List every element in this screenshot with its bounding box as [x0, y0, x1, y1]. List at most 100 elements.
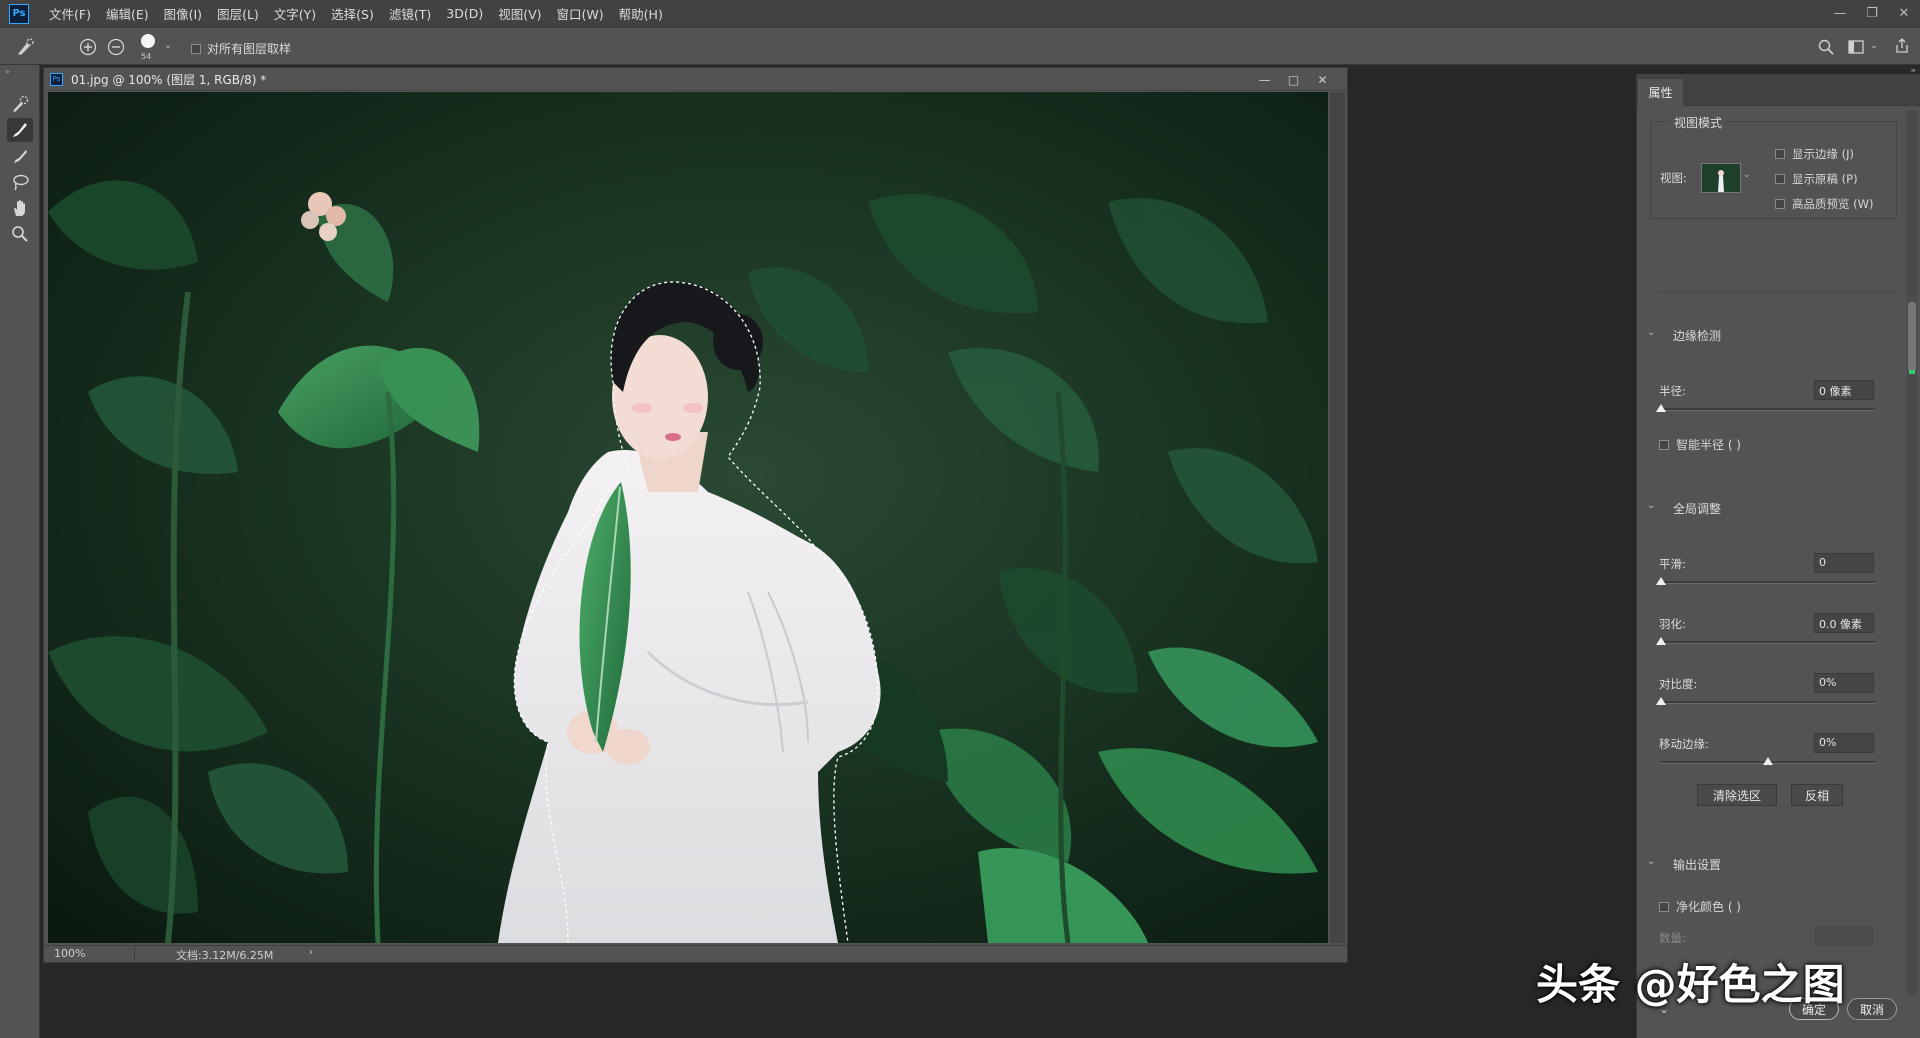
edge-detection-heading[interactable]: 边缘检测	[1673, 327, 1721, 344]
radius-slider[interactable]	[1661, 408, 1875, 411]
document-minimize-button[interactable]: —	[1250, 68, 1279, 91]
smart-radius-label: 智能半径 ( )	[1676, 438, 1741, 452]
zoom-level[interactable]: 100%	[54, 947, 85, 960]
restore-window-button[interactable]: ❐	[1856, 0, 1888, 27]
smooth-label: 平滑:	[1659, 557, 1686, 571]
decontaminate-checkbox[interactable]	[1659, 901, 1669, 912]
document-tab[interactable]: Ps 01.jpg @ 100% (图层 1, RGB/8) * — □ ✕	[44, 68, 1347, 91]
status-chevron-right-icon[interactable]: ›	[309, 947, 313, 958]
brush-size-preview-icon[interactable]	[139, 32, 157, 50]
options-bar: 54 ⌄ 对所有图层取样 ⌄	[0, 27, 1920, 65]
chevron-down-icon[interactable]: ⌄	[162, 40, 174, 52]
shift-edge-slider-thumb[interactable]	[1763, 757, 1773, 765]
menu-image[interactable]: 图像(I)	[164, 4, 202, 23]
smooth-input[interactable]: 0	[1814, 553, 1874, 573]
collapse-panel-icon[interactable]: »	[1910, 66, 1916, 76]
document-maximize-button[interactable]: □	[1279, 68, 1308, 91]
contrast-slider[interactable]	[1661, 701, 1875, 704]
output-settings-heading[interactable]: 输出设置	[1673, 856, 1721, 873]
hq-preview-option[interactable]: 高品质预览 (W)	[1775, 196, 1874, 212]
hand-tool[interactable]	[7, 196, 33, 220]
radius-input[interactable]: 0 像素	[1814, 380, 1874, 400]
menu-3d[interactable]: 3D(D)	[446, 6, 483, 21]
feather-slider[interactable]	[1661, 641, 1875, 644]
menu-layer[interactable]: 图层(L)	[217, 4, 259, 23]
minimize-window-button[interactable]: —	[1824, 0, 1856, 27]
show-edge-label: 显示边缘 (J)	[1792, 147, 1855, 161]
search-icon[interactable]	[1816, 37, 1836, 57]
edge-detection-chevron-icon[interactable]: ⌄	[1647, 327, 1655, 338]
feather-slider-thumb[interactable]	[1656, 637, 1666, 645]
document-close-button[interactable]: ✕	[1308, 68, 1337, 91]
minimize-icon: —	[1833, 6, 1847, 21]
contrast-input[interactable]: 0%	[1814, 673, 1874, 693]
close-window-button[interactable]: ✕	[1888, 0, 1920, 27]
image-canvas[interactable]	[48, 92, 1328, 943]
menu-type[interactable]: 文字(Y)	[274, 4, 316, 23]
tab-properties[interactable]: 属性	[1638, 79, 1683, 106]
workspace-chevron-icon[interactable]: ⌄	[1868, 40, 1880, 52]
global-adjust-chevron-icon[interactable]: ⌄	[1647, 500, 1655, 511]
cancel-button[interactable]: 取消	[1847, 998, 1897, 1020]
quick-selection-tool[interactable]	[7, 92, 33, 116]
show-original-option[interactable]: 显示原稿 (P)	[1775, 171, 1858, 187]
hq-preview-checkbox[interactable]	[1775, 199, 1785, 209]
lasso-icon	[13, 174, 29, 191]
amount-input	[1814, 926, 1874, 946]
quick-selection-tool-preset-icon[interactable]	[14, 36, 36, 58]
sample-all-layers-option[interactable]: 对所有图层取样	[191, 40, 291, 57]
smart-radius-checkbox[interactable]	[1659, 439, 1669, 450]
refine-edge-brush-tool[interactable]	[7, 118, 33, 142]
global-adjust-heading[interactable]: 全局调整	[1673, 500, 1721, 517]
zoom-tool[interactable]	[7, 222, 33, 246]
radius-slider-thumb[interactable]	[1656, 404, 1666, 412]
sample-all-layers-checkbox[interactable]	[191, 43, 201, 54]
output-settings-chevron-icon[interactable]: ⌄	[1647, 856, 1655, 867]
view-mode-thumbnail[interactable]	[1701, 163, 1741, 193]
lasso-tool[interactable]	[7, 170, 33, 194]
canvas-vertical-scrollbar[interactable]	[1330, 92, 1345, 943]
contrast-slider-thumb[interactable]	[1656, 697, 1666, 705]
decontaminate-option[interactable]: 净化颜色 ( )	[1659, 898, 1741, 915]
expand-toolbar-icon[interactable]: »	[5, 67, 10, 76]
show-edge-checkbox[interactable]	[1775, 149, 1785, 159]
menu-edit[interactable]: 编辑(E)	[106, 4, 149, 23]
panel-scrollbar-thumb[interactable]	[1908, 302, 1916, 372]
invert-button[interactable]: 反相	[1791, 784, 1843, 806]
show-edge-option[interactable]: 显示边缘 (J)	[1775, 146, 1854, 162]
show-original-label: 显示原稿 (P)	[1792, 172, 1858, 186]
menu-window[interactable]: 窗口(W)	[557, 4, 604, 23]
section-divider	[1657, 292, 1897, 293]
zoom-icon	[12, 226, 28, 242]
panel-scroll-indicator	[1909, 370, 1915, 374]
document-size-info[interactable]: 文档:3.12M/6.25M	[176, 947, 273, 963]
smooth-slider[interactable]	[1661, 581, 1875, 584]
menu-filter[interactable]: 滤镜(T)	[389, 4, 431, 23]
refine-edge-brush-icon	[13, 123, 27, 137]
view-mode-chevron-icon[interactable]: ⌄	[1743, 170, 1751, 180]
smooth-slider-thumb[interactable]	[1656, 577, 1666, 585]
hand-icon	[14, 200, 25, 216]
panel-scrollbar[interactable]	[1907, 110, 1917, 995]
menu-help[interactable]: 帮助(H)	[619, 4, 663, 23]
brush-icon	[14, 150, 27, 163]
maximize-icon: □	[1287, 72, 1300, 87]
share-icon[interactable]	[1892, 36, 1912, 56]
add-to-selection-icon[interactable]	[78, 37, 98, 57]
show-original-checkbox[interactable]	[1775, 174, 1785, 184]
panel-tab-bar: 属性	[1637, 74, 1920, 106]
clear-selection-button[interactable]: 清除选区	[1697, 784, 1777, 806]
brush-tool[interactable]	[7, 144, 33, 168]
menu-select[interactable]: 选择(S)	[331, 4, 374, 23]
menu-view[interactable]: 视图(V)	[498, 4, 541, 23]
feather-input[interactable]: 0.0 像素	[1814, 613, 1874, 633]
menu-file[interactable]: 文件(F)	[49, 4, 91, 23]
document-title: 01.jpg @ 100% (图层 1, RGB/8) *	[71, 72, 267, 87]
quick-selection-icon	[13, 95, 29, 112]
brush-size-value: 54	[141, 52, 152, 61]
smart-radius-option[interactable]: 智能半径 ( )	[1659, 436, 1741, 453]
document-window: Ps 01.jpg @ 100% (图层 1, RGB/8) * — □ ✕ 1…	[43, 67, 1348, 963]
subtract-from-selection-icon[interactable]	[106, 37, 126, 57]
workspace-icon[interactable]	[1846, 37, 1866, 57]
shift-edge-input[interactable]: 0%	[1814, 733, 1874, 753]
